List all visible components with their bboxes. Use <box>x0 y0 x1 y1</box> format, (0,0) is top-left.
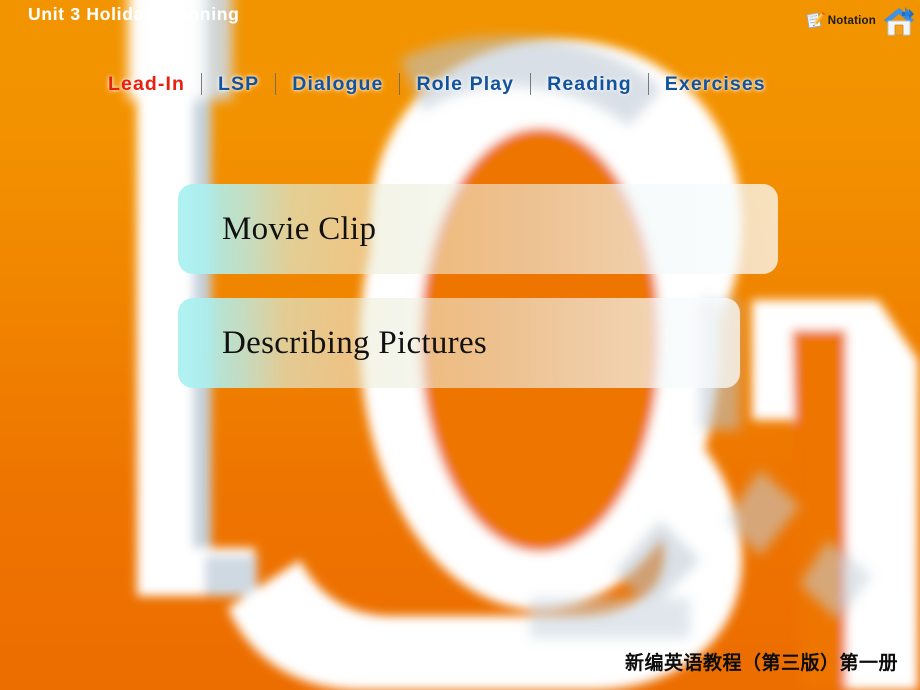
nav-separator <box>275 73 277 95</box>
notation-label: Notation <box>827 15 876 27</box>
content-box-label: Describing Pictures <box>222 324 488 361</box>
nav-item-dialogue[interactable]: Dialogue <box>292 73 383 96</box>
presentation-slide: Unit 3 Holiday Planning Notation Lead-In… <box>0 0 920 690</box>
notation-button[interactable]: Notation <box>805 11 876 31</box>
nav-separator <box>530 73 532 95</box>
slide-header: Unit 3 Holiday Planning <box>28 4 240 25</box>
nav-item-lead-in[interactable]: Lead-In <box>108 73 185 96</box>
nav-item-exercises[interactable]: Exercises <box>665 73 766 96</box>
content-box-movie-clip[interactable]: Movie Clip <box>178 184 778 274</box>
nav-item-lsp[interactable]: LSP <box>218 73 259 96</box>
notepad-pencil-icon <box>805 11 826 31</box>
nav-item-reading[interactable]: Reading <box>547 73 632 96</box>
home-house-icon <box>880 3 918 39</box>
book-title: 新编英语教程（第三版）第一册 <box>624 652 898 674</box>
content-box-describing-pictures[interactable]: Describing Pictures <box>178 298 740 388</box>
toolbar: Notation <box>805 0 920 39</box>
content-box-label: Movie Clip <box>222 210 377 247</box>
nav-separator <box>647 73 649 95</box>
nav-separator <box>399 73 401 95</box>
nav-item-role-play[interactable]: Role Play <box>416 73 514 96</box>
home-button[interactable] <box>880 3 918 39</box>
slide-footer: 新编英语教程（第三版）第一册 <box>625 648 898 675</box>
page-title: Unit 3 Holiday Planning <box>28 4 240 24</box>
section-navigation: Lead-In LSP Dialogue Role Play Reading E… <box>108 68 766 100</box>
nav-separator <box>201 73 203 95</box>
